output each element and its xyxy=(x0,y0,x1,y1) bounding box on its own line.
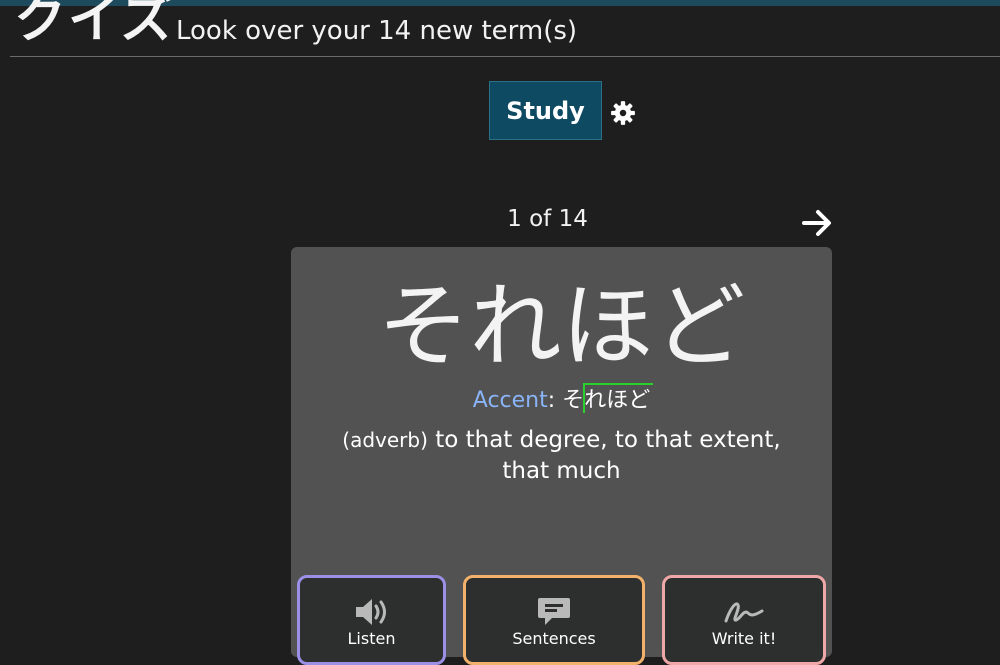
speech-bubble-icon xyxy=(538,598,570,625)
app-logo: クイズ xyxy=(14,0,175,50)
accent-label: Accent xyxy=(472,388,548,413)
listen-button[interactable]: Listen xyxy=(297,575,446,665)
write-it-button[interactable]: Write it! xyxy=(662,575,826,665)
study-button[interactable]: Study xyxy=(489,81,602,140)
page-subtitle: Look over your 14 new term(s) xyxy=(176,16,578,46)
write-it-label: Write it! xyxy=(711,629,777,648)
gear-icon[interactable] xyxy=(610,100,636,126)
listen-label: Listen xyxy=(347,629,396,648)
sentences-label: Sentences xyxy=(512,629,596,648)
accent-line: Accent: それほど xyxy=(291,383,832,417)
card-counter: 1 of 14 xyxy=(507,206,588,232)
speaker-icon xyxy=(355,599,386,625)
flashcard: それほど Accent: それほど (adverb) to that degre… xyxy=(291,247,832,665)
definition-text: to that degree, to that extent, that muc… xyxy=(427,427,781,484)
arrow-right-icon[interactable] xyxy=(800,206,834,240)
sentences-button[interactable]: Sentences xyxy=(463,575,645,665)
card-term: それほど xyxy=(377,273,746,380)
page-header: クイズ Look over your 14 new term(s) xyxy=(10,0,1000,57)
accent-separator: : xyxy=(547,388,563,413)
accent-prefix: そ xyxy=(562,388,585,413)
part-of-speech: (adverb) xyxy=(342,428,428,452)
handwriting-icon xyxy=(724,602,764,623)
card-definition: (adverb) to that degree, to that extent,… xyxy=(316,425,807,487)
accent-highlight: れほど xyxy=(583,383,654,417)
